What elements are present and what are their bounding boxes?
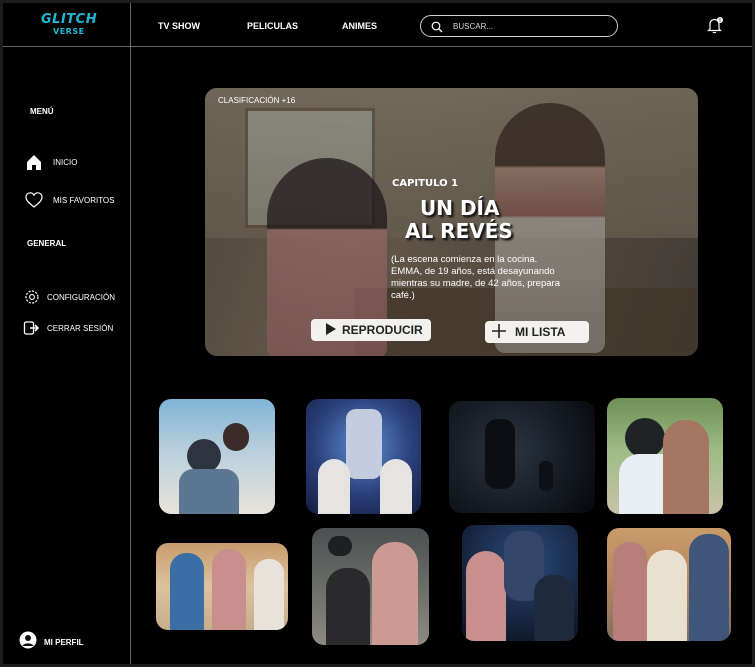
heart-icon <box>25 191 43 209</box>
sidebar-item-label: CERRAR SESIÓN <box>47 323 114 333</box>
sidebar-item-label: CONFIGURACIÓN <box>47 292 115 302</box>
thumbnail-card[interactable] <box>306 399 421 514</box>
sidebar-item-cerrar-sesion[interactable]: CERRAR SESIÓN <box>23 319 113 337</box>
thumbnail-card[interactable] <box>607 528 731 641</box>
my-list-label: MI LISTA <box>515 325 566 339</box>
nav-animes[interactable]: ANIMES <box>342 21 377 31</box>
play-icon <box>325 322 337 338</box>
thumbnail-card[interactable] <box>607 398 723 514</box>
logout-icon <box>23 319 41 337</box>
profile-button[interactable]: MI PERFIL <box>19 631 84 654</box>
hero-banner: CLASIFICACIÓN +16 CAPITULO 1 UN DÍA AL R… <box>205 88 698 356</box>
top-bar: TV SHOW PELICULAS ANIMES BUSCAR... <box>3 3 752 47</box>
bell-icon[interactable] <box>706 16 724 34</box>
home-icon <box>25 153 43 171</box>
general-title: GENERAL <box>27 239 67 248</box>
thumbnail-card[interactable] <box>159 399 275 514</box>
sidebar: GLITCH VERSE MENÚ INICIO MIS FAVORITOS G… <box>3 3 131 664</box>
play-label: REPRODUCIR <box>342 323 423 337</box>
gear-icon <box>23 288 41 306</box>
sidebar-item-label: MIS FAVORITOS <box>53 195 115 205</box>
sidebar-item-label: INICIO <box>53 157 78 167</box>
thumbnail-card[interactable] <box>156 543 288 630</box>
avatar <box>19 631 37 654</box>
thumbnail-card[interactable] <box>449 401 595 513</box>
nav-tv-show[interactable]: TV SHOW <box>158 21 200 31</box>
menu-title: MENÚ <box>30 107 54 116</box>
episode-title-line2: AL REVÉS <box>405 219 513 243</box>
episode-title-line1: UN DÍA <box>420 196 500 220</box>
rating-label: CLASIFICACIÓN +16 <box>218 96 296 105</box>
chapter-label: CAPITULO 1 <box>392 178 459 189</box>
nav-peliculas[interactable]: PELICULAS <box>247 21 298 31</box>
search-placeholder: BUSCAR... <box>453 22 494 31</box>
plus-icon <box>492 323 506 341</box>
profile-label: MI PERFIL <box>44 638 84 647</box>
search-icon <box>431 20 443 33</box>
search-input[interactable]: BUSCAR... <box>420 15 618 37</box>
sidebar-item-inicio[interactable]: INICIO <box>25 153 77 171</box>
thumbnail-card[interactable] <box>462 525 578 641</box>
episode-description: (La escena comienza en la cocina. EMMA, … <box>391 254 560 301</box>
play-button[interactable]: REPRODUCIR <box>311 319 431 341</box>
app-frame: GLITCH VERSE MENÚ INICIO MIS FAVORITOS G… <box>3 3 752 664</box>
sidebar-item-configuracion[interactable]: CONFIGURACIÓN <box>23 288 115 306</box>
my-list-button[interactable]: MI LISTA <box>485 321 589 343</box>
thumbnail-card[interactable] <box>312 528 429 645</box>
sidebar-item-favoritos[interactable]: MIS FAVORITOS <box>25 191 115 209</box>
